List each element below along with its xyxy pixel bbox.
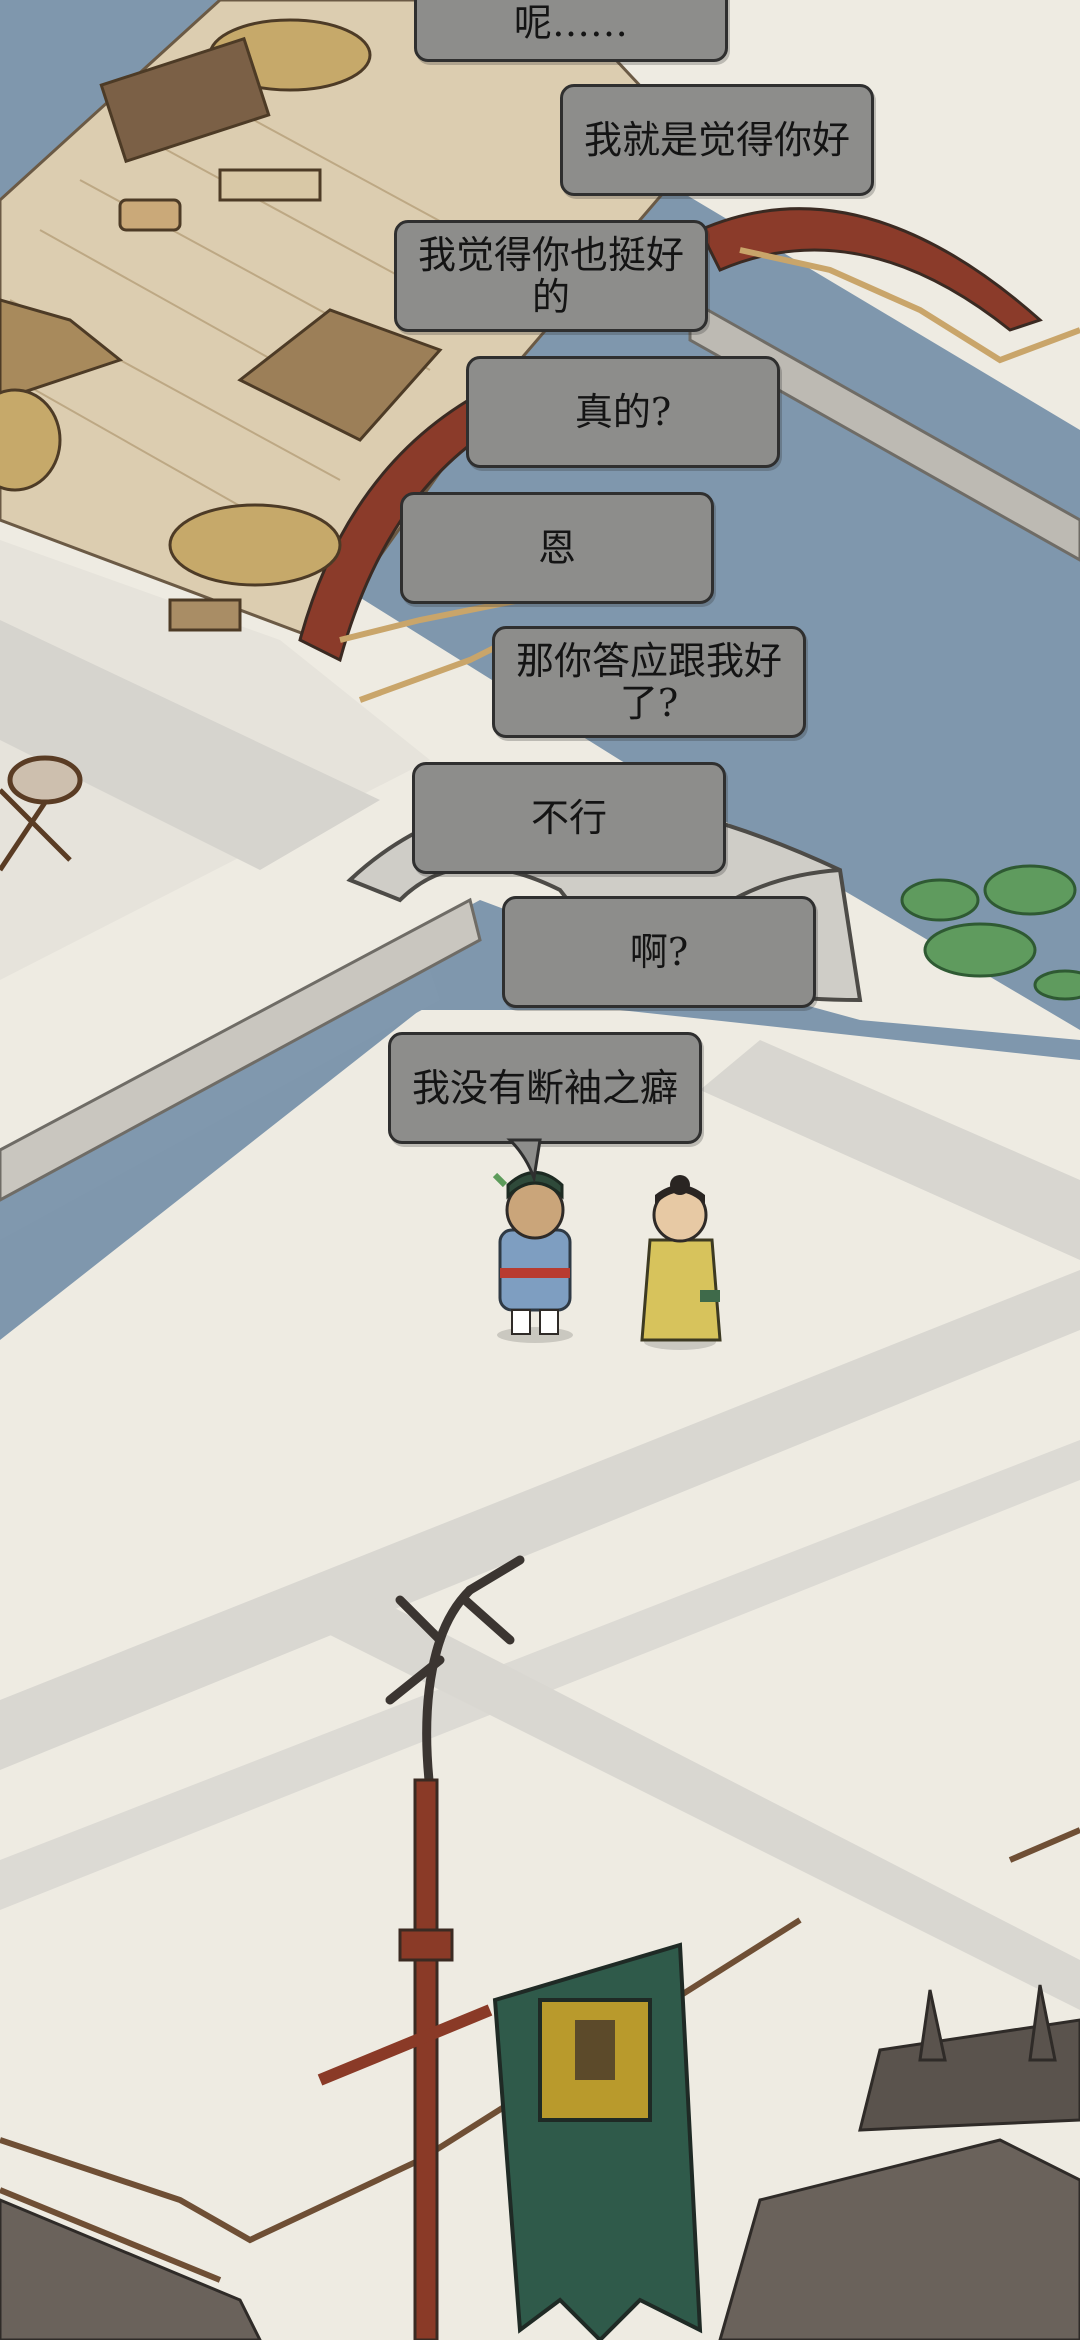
dialogue-bubble-3: 我觉得你也挺好的 bbox=[394, 220, 708, 332]
dialogue-bubble-4: 真的? bbox=[466, 356, 780, 468]
dialogue-text: 我就是觉得你好 bbox=[583, 118, 850, 162]
dialogue-bubble-1: 呢…… bbox=[414, 0, 728, 62]
dialogue-bubble-8: 啊? bbox=[502, 896, 816, 1008]
dialogue-text: 我没有断袖之癖 bbox=[411, 1066, 678, 1110]
dialogue-text: 我觉得你也挺好的 bbox=[417, 233, 684, 319]
dialogue-bubble-2: 我就是觉得你好 bbox=[560, 84, 874, 196]
dialogue-bubble-5: 恩 bbox=[400, 492, 714, 604]
dialogue-text: 呢…… bbox=[513, 1, 628, 45]
dialogue-bubble-9: 我没有断袖之癖 bbox=[388, 1032, 702, 1144]
dialogue-bubble-7: 不行 bbox=[412, 762, 726, 874]
bubble-tail bbox=[506, 1138, 542, 1182]
dialogue-text: 那你答应跟我好了? bbox=[515, 639, 782, 725]
dialogue-text: 恩 bbox=[537, 526, 576, 570]
dialogue-bubble-6: 那你答应跟我好了? bbox=[492, 626, 806, 738]
dialogue-text: 真的? bbox=[574, 390, 672, 434]
dialogue-text: 不行 bbox=[530, 796, 607, 840]
dialogue-text: 啊? bbox=[629, 930, 689, 974]
